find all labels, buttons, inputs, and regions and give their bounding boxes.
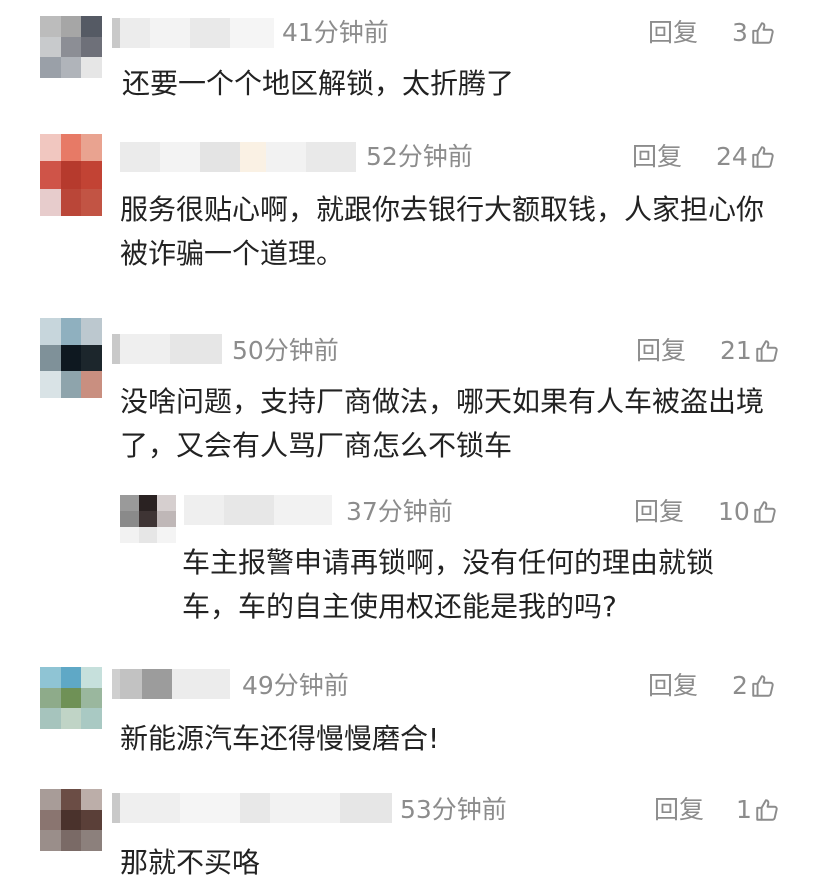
reply-item: 37分钟前 回复 10 车主报警申请再锁啊，没有任何的理由就锁车，车的自主使用权…: [0, 485, 828, 645]
reply-button[interactable]: 回复: [648, 18, 698, 48]
avatar[interactable]: [40, 134, 102, 216]
avatar[interactable]: [120, 495, 176, 543]
comment-text: 服务很贴心啊，就跟你去银行大额取钱，人家担心你被诈骗一个道理。: [120, 193, 765, 270]
thumbs-up-icon: [756, 799, 778, 821]
like-button[interactable]: 3: [732, 18, 776, 48]
comment-text: 没啥问题，支持厂商做法，哪天如果有人车被盗出境了，又会有人骂厂商怎么不锁车: [120, 385, 765, 462]
thumbs-up-icon: [752, 675, 774, 697]
comment-time: 49分钟前: [242, 671, 349, 700]
comment-item: 41分钟前 回复 3 还要一个个地区解锁，太折腾了: [0, 0, 828, 120]
comment-text: 那就不买咯: [120, 846, 261, 879]
avatar[interactable]: [40, 16, 102, 78]
reply-button[interactable]: 回复: [636, 336, 686, 366]
comment-item: 52分钟前 回复 24 服务很贴心啊，就跟你去银行大额取钱，人家担心你被诈骗一个…: [0, 120, 828, 310]
comment-text: 新能源汽车还得慢慢磨合!: [120, 722, 440, 755]
comment-time: 53分钟前: [400, 795, 507, 824]
reply-button[interactable]: 回复: [648, 671, 698, 701]
username-blurred[interactable]: [112, 18, 274, 48]
reply-button[interactable]: 回复: [634, 497, 684, 527]
like-count: 10: [718, 497, 750, 526]
like-button[interactable]: 1: [736, 795, 780, 825]
avatar[interactable]: [40, 667, 102, 729]
reply-button[interactable]: 回复: [632, 142, 682, 172]
username-blurred[interactable]: [112, 669, 230, 699]
like-count: 3: [732, 18, 748, 47]
thumbs-up-icon: [752, 146, 774, 168]
comment-time: 37分钟前: [346, 497, 453, 526]
comment-item: 49分钟前 回复 2 新能源汽车还得慢慢磨合!: [0, 655, 828, 775]
like-button[interactable]: 21: [720, 336, 780, 366]
username-blurred[interactable]: [120, 142, 356, 172]
comment-item: 50分钟前 回复 21 没啥问题，支持厂商做法，哪天如果有人车被盗出境了，又会有…: [0, 310, 828, 485]
like-button[interactable]: 24: [716, 142, 776, 172]
like-button[interactable]: 2: [732, 671, 776, 701]
thumbs-up-icon: [752, 22, 774, 44]
comment-text: 车主报警申请再锁啊，没有任何的理由就锁车，车的自主使用权还能是我的吗?: [182, 546, 715, 623]
like-count: 1: [736, 795, 752, 824]
username-blurred[interactable]: [112, 334, 222, 364]
username-blurred[interactable]: [184, 495, 332, 525]
thumbs-up-icon: [756, 340, 778, 362]
thumbs-up-icon: [754, 501, 776, 523]
reply-button[interactable]: 回复: [654, 795, 704, 825]
like-count: 2: [732, 671, 748, 700]
comment-time: 41分钟前: [282, 18, 389, 47]
like-button[interactable]: 10: [718, 497, 778, 527]
comment-item: 53分钟前 回复 1 那就不买咯: [0, 775, 828, 891]
like-count: 24: [716, 142, 748, 171]
avatar[interactable]: [40, 318, 102, 398]
like-count: 21: [720, 336, 752, 365]
comment-text: 还要一个个地区解锁，太折腾了: [122, 67, 515, 100]
avatar[interactable]: [40, 789, 102, 851]
comment-time: 52分钟前: [366, 142, 473, 171]
username-blurred[interactable]: [112, 793, 392, 823]
comment-time: 50分钟前: [232, 336, 339, 365]
